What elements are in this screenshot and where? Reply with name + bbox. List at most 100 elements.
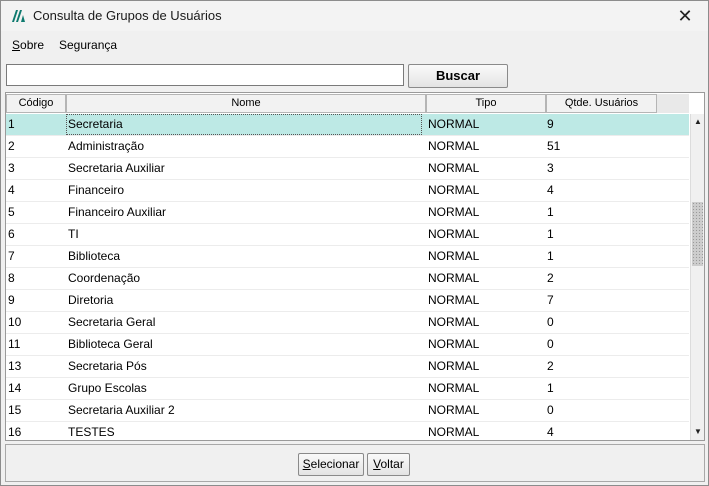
cell-nome: Secretaria Geral: [68, 315, 156, 329]
cell-codigo: 13: [8, 359, 22, 373]
cell-qtde: 1: [547, 227, 554, 241]
cell-tipo: NORMAL: [428, 271, 480, 285]
cell-qtde: 3: [547, 161, 554, 175]
cell-tipo: NORMAL: [428, 359, 480, 373]
cell-codigo: 5: [8, 205, 15, 219]
back-button-label: oltar: [380, 457, 404, 471]
cell-tipo: NORMAL: [428, 315, 480, 329]
table-row[interactable]: 16 TESTES NORMAL 4: [6, 422, 689, 440]
window: Consulta de Grupos de Usuários ✕ Sobre S…: [0, 0, 709, 486]
cell-nome: TESTES: [68, 425, 115, 439]
cell-nome: Biblioteca Geral: [68, 337, 153, 351]
cell-nome: Coordenação: [68, 271, 141, 285]
table-row[interactable]: 13 Secretaria Pós NORMAL 2: [6, 356, 689, 378]
cell-qtde: 1: [547, 249, 554, 263]
table-row[interactable]: 9 Diretoria NORMAL 7: [6, 290, 689, 312]
col-header-codigo[interactable]: Código: [6, 94, 66, 113]
cell-nome: Grupo Escolas: [68, 381, 147, 395]
cell-qtde: 1: [547, 381, 554, 395]
cell-tipo: NORMAL: [428, 381, 480, 395]
cell-tipo: NORMAL: [428, 425, 480, 439]
cell-qtde: 2: [547, 359, 554, 373]
header-filler: [657, 94, 689, 113]
table-row[interactable]: 2 Administração NORMAL 51: [6, 136, 689, 158]
table-row[interactable]: 7 Biblioteca NORMAL 1: [6, 246, 689, 268]
cell-qtde: 9: [547, 117, 554, 131]
table-body: 1 Secretaria NORMAL 9 2 Administração NORMAL 51…: [6, 114, 689, 440]
scroll-up-icon[interactable]: ▲: [691, 115, 704, 129]
cell-qtde: 7: [547, 293, 554, 307]
cell-codigo: 7: [8, 249, 15, 263]
cell-qtde: 2: [547, 271, 554, 285]
cell-tipo: NORMAL: [428, 227, 480, 241]
cell-qtde: 4: [547, 183, 554, 197]
back-button-mnemonic: V: [373, 457, 381, 471]
table-row[interactable]: 10 Secretaria Geral NORMAL 0: [6, 312, 689, 334]
col-header-tipo[interactable]: Tipo: [426, 94, 546, 113]
col-header-qtde[interactable]: Qtde. Usuários: [546, 94, 657, 113]
cell-tipo: NORMAL: [428, 249, 480, 263]
scroll-thumb[interactable]: [692, 202, 703, 266]
cell-tipo: NORMAL: [428, 403, 480, 417]
table-row[interactable]: 8 Coordenação NORMAL 2: [6, 268, 689, 290]
cell-qtde: 51: [547, 139, 561, 153]
cell-codigo: 6: [8, 227, 15, 241]
cell-qtde: 4: [547, 425, 554, 439]
cell-nome: Diretoria: [68, 293, 114, 307]
window-title: Consulta de Grupos de Usuários: [33, 8, 222, 23]
cell-qtde: 0: [547, 337, 554, 351]
cell-codigo: 10: [8, 315, 22, 329]
cell-codigo: 8: [8, 271, 15, 285]
close-button[interactable]: ✕: [662, 1, 708, 31]
cell-qtde: 0: [547, 403, 554, 417]
cell-tipo: NORMAL: [428, 183, 480, 197]
menu-seguranca[interactable]: Segurança: [59, 38, 117, 52]
cell-codigo: 14: [8, 381, 22, 395]
cell-codigo: 11: [8, 337, 21, 351]
cell-codigo: 1: [8, 117, 15, 131]
table-row[interactable]: 14 Grupo Escolas NORMAL 1: [6, 378, 689, 400]
cell-nome: Secretaria Pós: [68, 359, 147, 373]
cell-nome: Secretaria Auxiliar: [68, 161, 165, 175]
search-input[interactable]: [6, 64, 404, 86]
select-button-mnemonic: S: [302, 457, 311, 471]
cell-tipo: NORMAL: [428, 293, 480, 307]
cell-nome: Secretaria Auxiliar 2: [68, 403, 175, 417]
cell-tipo: NORMAL: [428, 337, 480, 351]
title-bar[interactable]: Consulta de Grupos de Usuários ✕: [1, 1, 708, 31]
scroll-down-icon[interactable]: ▼: [691, 425, 704, 439]
select-button-label: elecionar: [310, 457, 360, 471]
cell-nome: Secretaria: [66, 114, 422, 135]
cell-nome: Biblioteca: [68, 249, 121, 263]
cell-tipo: NORMAL: [428, 161, 480, 175]
close-icon: ✕: [677, 6, 693, 26]
cell-nome: Financeiro: [68, 183, 125, 197]
vertical-scrollbar[interactable]: ▲ ▼: [690, 114, 704, 440]
table-row[interactable]: 4 Financeiro NORMAL 4: [6, 180, 689, 202]
cell-qtde: 0: [547, 315, 554, 329]
table-row[interactable]: 5 Financeiro Auxiliar NORMAL 1: [6, 202, 689, 224]
cell-tipo: NORMAL: [428, 205, 480, 219]
select-button[interactable]: Selecionar: [298, 453, 364, 476]
menu-sobre-label: obre: [20, 38, 45, 52]
cell-codigo: 9: [8, 293, 15, 307]
back-button[interactable]: Voltar: [367, 453, 410, 476]
cell-nome: TI: [68, 227, 79, 241]
app-logo-icon: [12, 10, 25, 22]
search-button[interactable]: Buscar: [408, 64, 508, 88]
cell-nome: Administração: [68, 139, 145, 153]
menu-sobre-mnemonic: S: [12, 38, 21, 52]
table-row[interactable]: 11 Biblioteca Geral NORMAL 0: [6, 334, 689, 356]
menu-seguranca-label: Segurança: [59, 38, 118, 52]
table-row[interactable]: 1 Secretaria NORMAL 9: [6, 114, 689, 136]
cell-codigo: 4: [8, 183, 15, 197]
menu-sobre[interactable]: Sobre: [12, 38, 44, 52]
cell-nome: Financeiro Auxiliar: [68, 205, 167, 219]
col-header-nome[interactable]: Nome: [66, 94, 426, 113]
cell-qtde: 1: [547, 205, 554, 219]
cell-codigo: 15: [8, 403, 22, 417]
table-row[interactable]: 6 TI NORMAL 1: [6, 224, 689, 246]
groups-table: Código Nome Tipo Qtde. Usuários 1 Secreta…: [5, 92, 705, 441]
table-row[interactable]: 3 Secretaria Auxiliar NORMAL 3: [6, 158, 689, 180]
table-row[interactable]: 15 Secretaria Auxiliar 2 NORMAL 0: [6, 400, 689, 422]
